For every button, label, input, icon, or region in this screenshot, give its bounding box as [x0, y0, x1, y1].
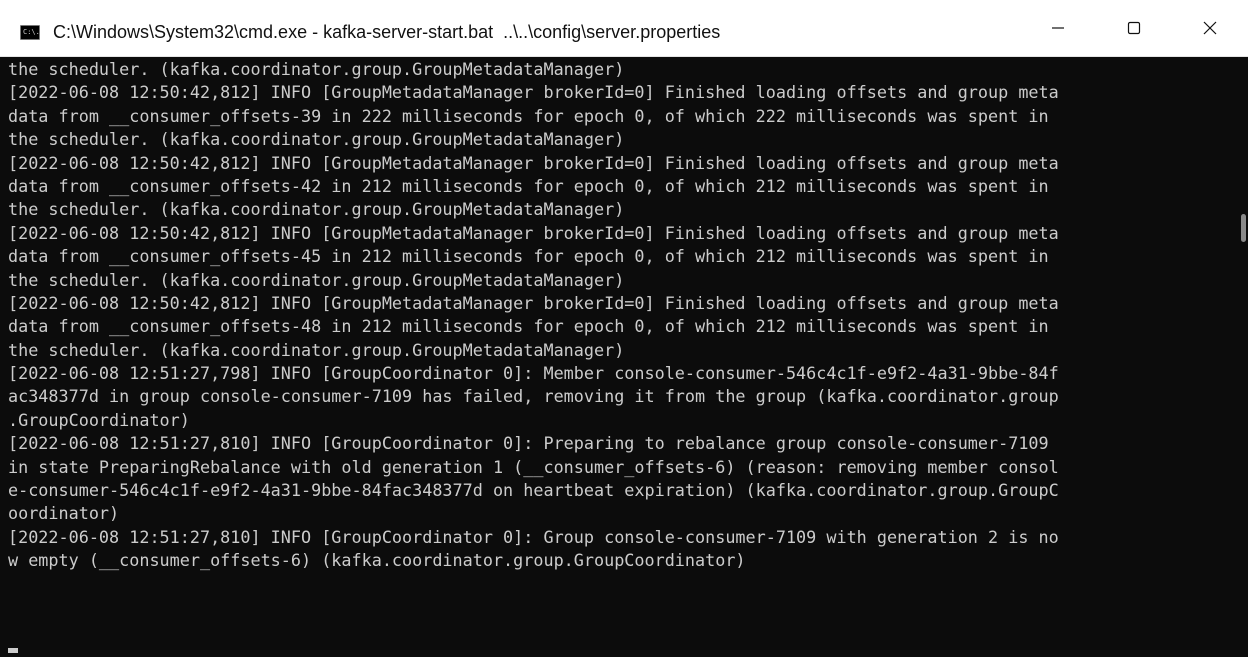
console-line: ac348377d in group console-consumer-7109… — [8, 386, 1059, 407]
console-line: [2022-06-08 12:50:42,812] INFO [GroupMet… — [8, 292, 1059, 313]
text-cursor — [8, 648, 18, 653]
title-bar[interactable]: C:\. C:\Windows\System32\cmd.exe - kafka… — [0, 0, 1248, 57]
console-line: [2022-06-08 12:51:27,810] INFO [GroupCoo… — [8, 526, 1059, 547]
console-line: data from __consumer_offsets-39 in 222 m… — [8, 105, 1049, 126]
console-line: the scheduler. (kafka.coordinator.group.… — [8, 59, 625, 79]
close-button[interactable] — [1172, 0, 1248, 56]
cmd-icon[interactable]: C:\. — [20, 25, 40, 40]
console-line: the scheduler. (kafka.coordinator.group.… — [8, 199, 625, 220]
minimize-button[interactable] — [1020, 0, 1096, 56]
close-icon — [1203, 21, 1217, 35]
console-line: [2022-06-08 12:50:42,812] INFO [GroupMet… — [8, 222, 1059, 243]
console-line: data from __consumer_offsets-45 in 212 m… — [8, 246, 1049, 267]
console-line: data from __consumer_offsets-48 in 212 m… — [8, 316, 1049, 337]
maximize-icon — [1127, 21, 1141, 35]
console-line: .GroupCoordinator) — [8, 409, 190, 430]
maximize-button[interactable] — [1096, 0, 1172, 56]
console-line: [2022-06-08 12:50:42,812] INFO [GroupMet… — [8, 152, 1059, 173]
vertical-scrollbar[interactable] — [1232, 58, 1248, 657]
console-line: the scheduler. (kafka.coordinator.group.… — [8, 339, 625, 360]
console-line: [2022-06-08 12:51:27,810] INFO [GroupCoo… — [8, 433, 1049, 454]
console-line: e-consumer-546c4c1f-e9f2-4a31-9bbe-84fac… — [8, 480, 1059, 501]
console-line: data from __consumer_offsets-42 in 212 m… — [8, 175, 1049, 196]
scrollbar-thumb[interactable] — [1241, 214, 1246, 242]
console-line: [2022-06-08 12:51:27,798] INFO [GroupCoo… — [8, 363, 1059, 384]
cmd-window: C:\. C:\Windows\System32\cmd.exe - kafka… — [0, 0, 1248, 657]
console-line: oordinator) — [8, 503, 120, 524]
console-line: [2022-06-08 12:50:42,812] INFO [GroupMet… — [8, 82, 1059, 103]
console-output[interactable]: the scheduler. (kafka.coordinator.group.… — [8, 58, 1224, 657]
console-line: w empty (__consumer_offsets-6) (kafka.co… — [8, 550, 746, 571]
console-line: in state PreparingRebalance with old gen… — [8, 456, 1059, 477]
cmd-icon-glyph: C:\. — [23, 28, 40, 36]
window-title: C:\Windows\System32\cmd.exe - kafka-serv… — [53, 22, 721, 42]
console-line: the scheduler. (kafka.coordinator.group.… — [8, 129, 625, 150]
console-line: the scheduler. (kafka.coordinator.group.… — [8, 269, 625, 290]
minimize-icon — [1052, 27, 1064, 29]
